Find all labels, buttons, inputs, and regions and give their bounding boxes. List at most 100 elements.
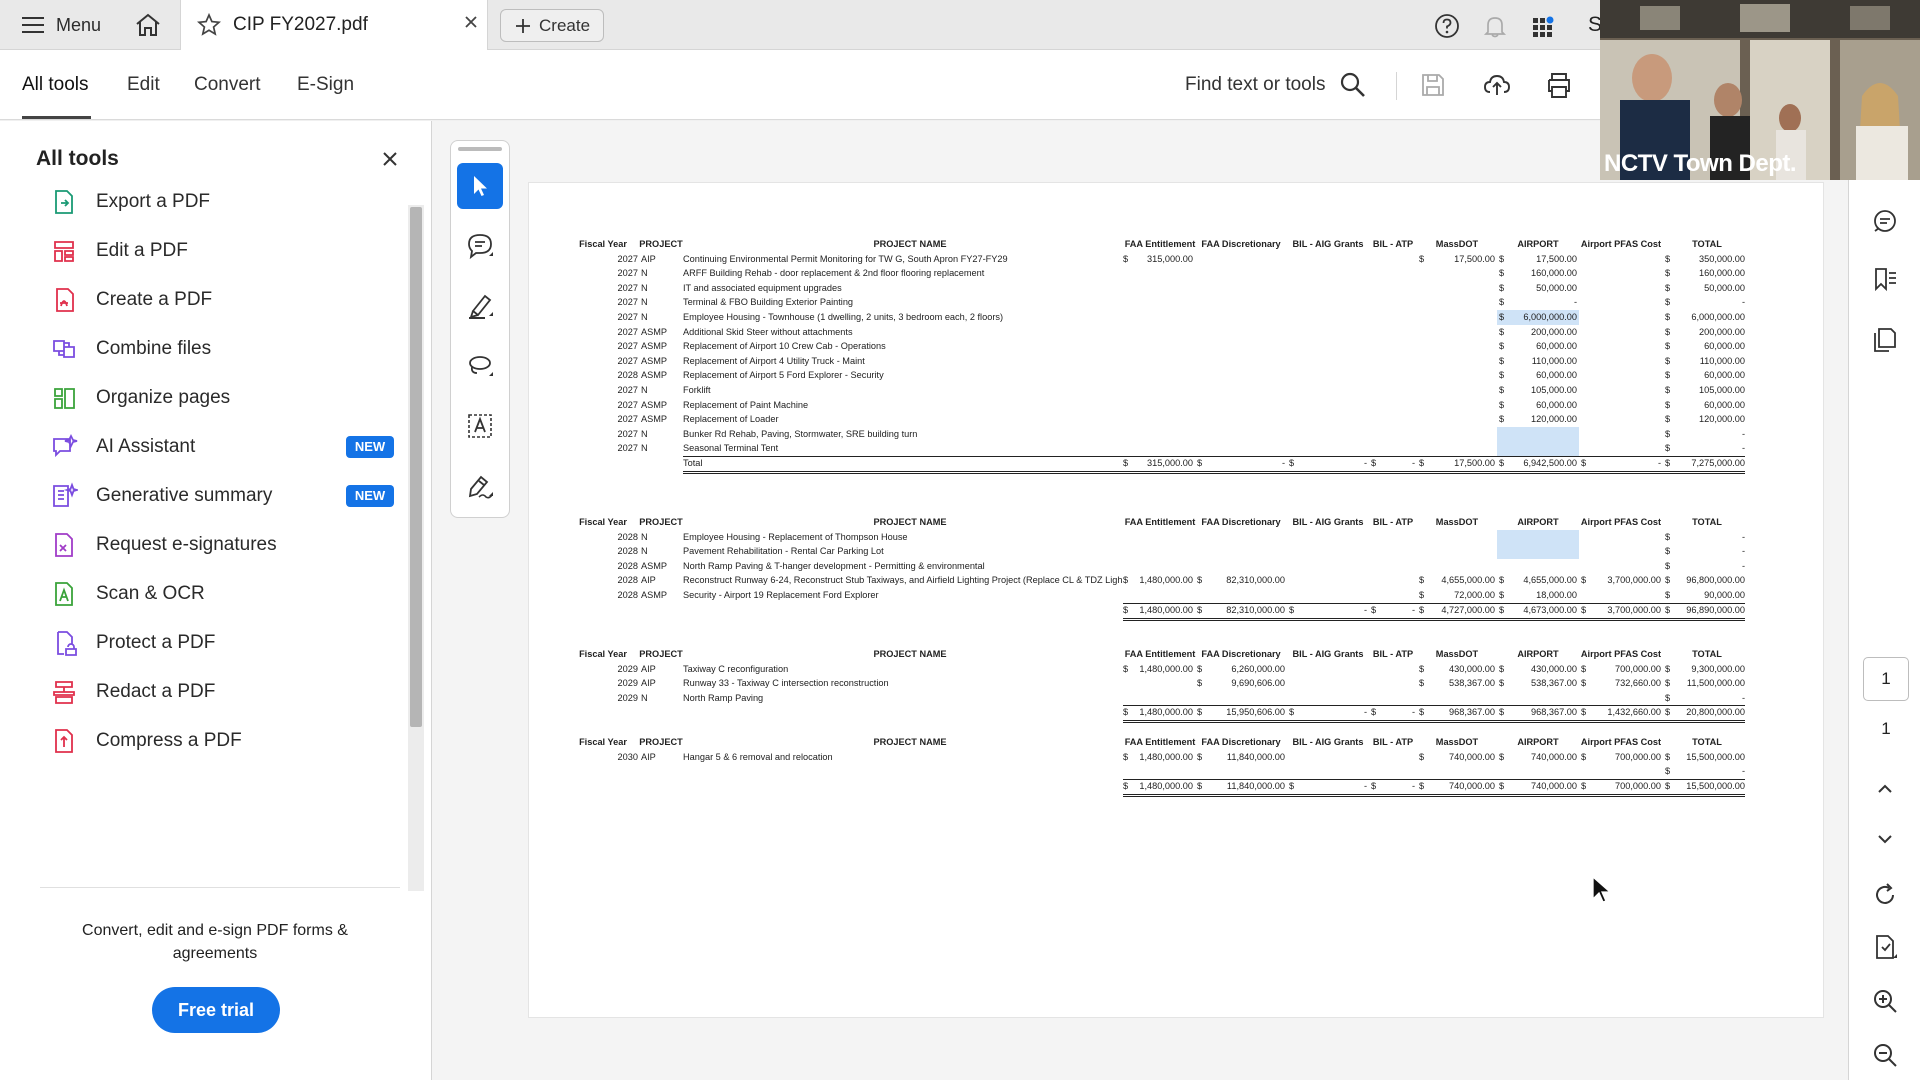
currency-sign: $ — [1419, 590, 1425, 600]
bookmark-icon[interactable] — [1871, 265, 1899, 293]
table-cell: $ - — [1665, 693, 1745, 705]
amount: - — [1411, 780, 1415, 791]
tool-scan-ocr[interactable]: Scan & OCR — [50, 577, 400, 611]
panel-scrollbar-thumb[interactable] — [410, 207, 422, 727]
table-cell: 2027 — [617, 253, 638, 264]
tool-compress-pdf[interactable]: Compress a PDF — [50, 724, 400, 758]
amount: 732,660.00 — [1615, 678, 1661, 689]
table-cell: $1,480,000.00 — [1123, 575, 1193, 587]
currency-sign: $ — [1371, 780, 1377, 791]
table-cell: N — [641, 312, 648, 322]
amount: 17,500.00 — [1454, 458, 1495, 468]
currency-sign: $ — [1371, 458, 1377, 468]
tool-combine-files[interactable]: Combine files — [50, 332, 400, 366]
currency-sign: $ — [1581, 751, 1587, 762]
zoom-in-icon[interactable] — [1871, 987, 1899, 1015]
draw-tool-button[interactable] — [457, 343, 503, 389]
highlight-tool-button[interactable] — [457, 283, 503, 329]
tool-create-pdf[interactable]: Create a PDF — [50, 283, 400, 317]
cloud-upload-icon[interactable] — [1482, 70, 1512, 100]
tool-redact-pdf[interactable]: Redact a PDF — [50, 675, 400, 709]
tab-convert[interactable]: Convert — [194, 74, 261, 96]
total-top-rule — [1123, 705, 1745, 707]
pages-thumbnail-icon[interactable] — [1871, 325, 1899, 353]
select-tool-button[interactable] — [457, 163, 503, 209]
table-cell: $15,500,000.00 — [1665, 752, 1745, 764]
redact-pdf-icon — [53, 681, 75, 704]
currency-sign: $ — [1581, 575, 1587, 586]
notifications-bell-icon[interactable] — [1482, 13, 1508, 39]
print-icon[interactable] — [1544, 70, 1574, 100]
amount: 740,000.00 — [1531, 780, 1577, 791]
tool-edit-pdf[interactable]: Edit a PDF — [50, 234, 400, 268]
amount: 6,000,000.00 — [1691, 312, 1745, 322]
menu-button[interactable]: Menu — [22, 10, 101, 40]
column-header: TOTAL — [1692, 517, 1722, 527]
free-trial-button[interactable]: Free trial — [152, 987, 280, 1033]
pdf-page[interactable]: Fiscal Year PROJECT PROJECT NAME FAA Entitl… — [528, 182, 1824, 1018]
amount: 700,000.00 — [1615, 751, 1661, 762]
currency-sign: $ — [1197, 458, 1203, 468]
column-header: TOTAL — [1692, 737, 1722, 747]
page-info-icon[interactable] — [1871, 933, 1899, 961]
total-bottom-rule — [683, 471, 1745, 472]
amount: 15,500,000.00 — [1686, 780, 1745, 791]
search-icon[interactable] — [1338, 70, 1368, 100]
document-tab[interactable]: CIP FY2027.pdf — [180, 0, 488, 50]
amount: 11,500,000.00 — [1686, 678, 1745, 689]
total-bottom-rule — [1123, 795, 1745, 797]
currency-sign: $ — [1499, 253, 1505, 264]
tool-export-pdf[interactable]: Export a PDF — [50, 185, 400, 219]
amount: 1,480,000.00 — [1139, 663, 1193, 674]
star-icon[interactable] — [196, 12, 222, 42]
currency-sign: $ — [1419, 458, 1425, 468]
amount: 18,000.00 — [1536, 590, 1577, 600]
save-icon[interactable] — [1418, 70, 1448, 100]
video-caption: NCTV Town Dept. — [1604, 150, 1797, 177]
current-page-input[interactable]: 1 — [1863, 657, 1909, 701]
tab-esign[interactable]: E-Sign — [297, 74, 354, 96]
table-cell: $4,655,000.00 — [1419, 575, 1495, 587]
rotate-icon[interactable] — [1871, 881, 1899, 909]
currency-sign: $ — [1499, 341, 1505, 352]
currency-sign: $ — [1665, 780, 1671, 791]
total-cell: $ - — [1581, 458, 1661, 470]
tool-organize-pages[interactable]: Organize pages — [50, 381, 400, 415]
previous-page-icon[interactable] — [1871, 775, 1899, 803]
table-cell: N — [641, 297, 648, 308]
add-text-tool-button[interactable] — [457, 403, 503, 449]
table-cell: $ - — [1665, 561, 1745, 573]
table-cell: N — [641, 531, 648, 542]
tab-edit[interactable]: Edit — [127, 74, 160, 96]
table-cell: ASMP — [641, 370, 668, 381]
currency-sign: $ — [1665, 678, 1671, 689]
table-cell: $ - — [1665, 297, 1745, 309]
sign-tool-button[interactable] — [457, 463, 503, 509]
comment-tool-button[interactable] — [457, 223, 503, 269]
find-text-or-tools[interactable]: Find text or tools — [1185, 74, 1325, 96]
create-button[interactable]: Create — [500, 9, 604, 42]
next-page-icon[interactable] — [1871, 825, 1899, 853]
ai-chat-icon[interactable] — [1871, 207, 1899, 235]
table-cell: N — [641, 282, 648, 293]
column-header: PROJECT — [639, 737, 683, 747]
tool-request-esign[interactable]: Request e-signatures — [50, 528, 400, 562]
drag-handle[interactable] — [458, 147, 502, 151]
table-cell: Taxiway C reconfiguration — [683, 663, 789, 674]
zoom-out-icon[interactable] — [1871, 1041, 1899, 1069]
table-cell: 2027 — [617, 341, 638, 352]
table-cell: Employee Housing - Townhouse (1 dwelling… — [683, 312, 1004, 322]
currency-sign: $ — [1665, 385, 1671, 395]
apps-grid-icon[interactable] — [1530, 13, 1556, 39]
close-tab-icon[interactable] — [463, 14, 479, 30]
total-cell: $ - — [1289, 605, 1367, 617]
tool-protect-pdf[interactable]: Protect a PDF — [50, 626, 400, 660]
total-label: Total — [683, 458, 703, 468]
currency-sign: $ — [1123, 604, 1129, 615]
tab-all-tools[interactable]: All tools — [22, 74, 89, 96]
help-icon[interactable] — [1434, 13, 1460, 39]
currency-sign: $ — [1581, 458, 1587, 468]
total-bottom-rule — [1123, 617, 1745, 619]
table-cell: $120,000.00 — [1499, 414, 1577, 426]
home-icon[interactable] — [134, 12, 162, 38]
